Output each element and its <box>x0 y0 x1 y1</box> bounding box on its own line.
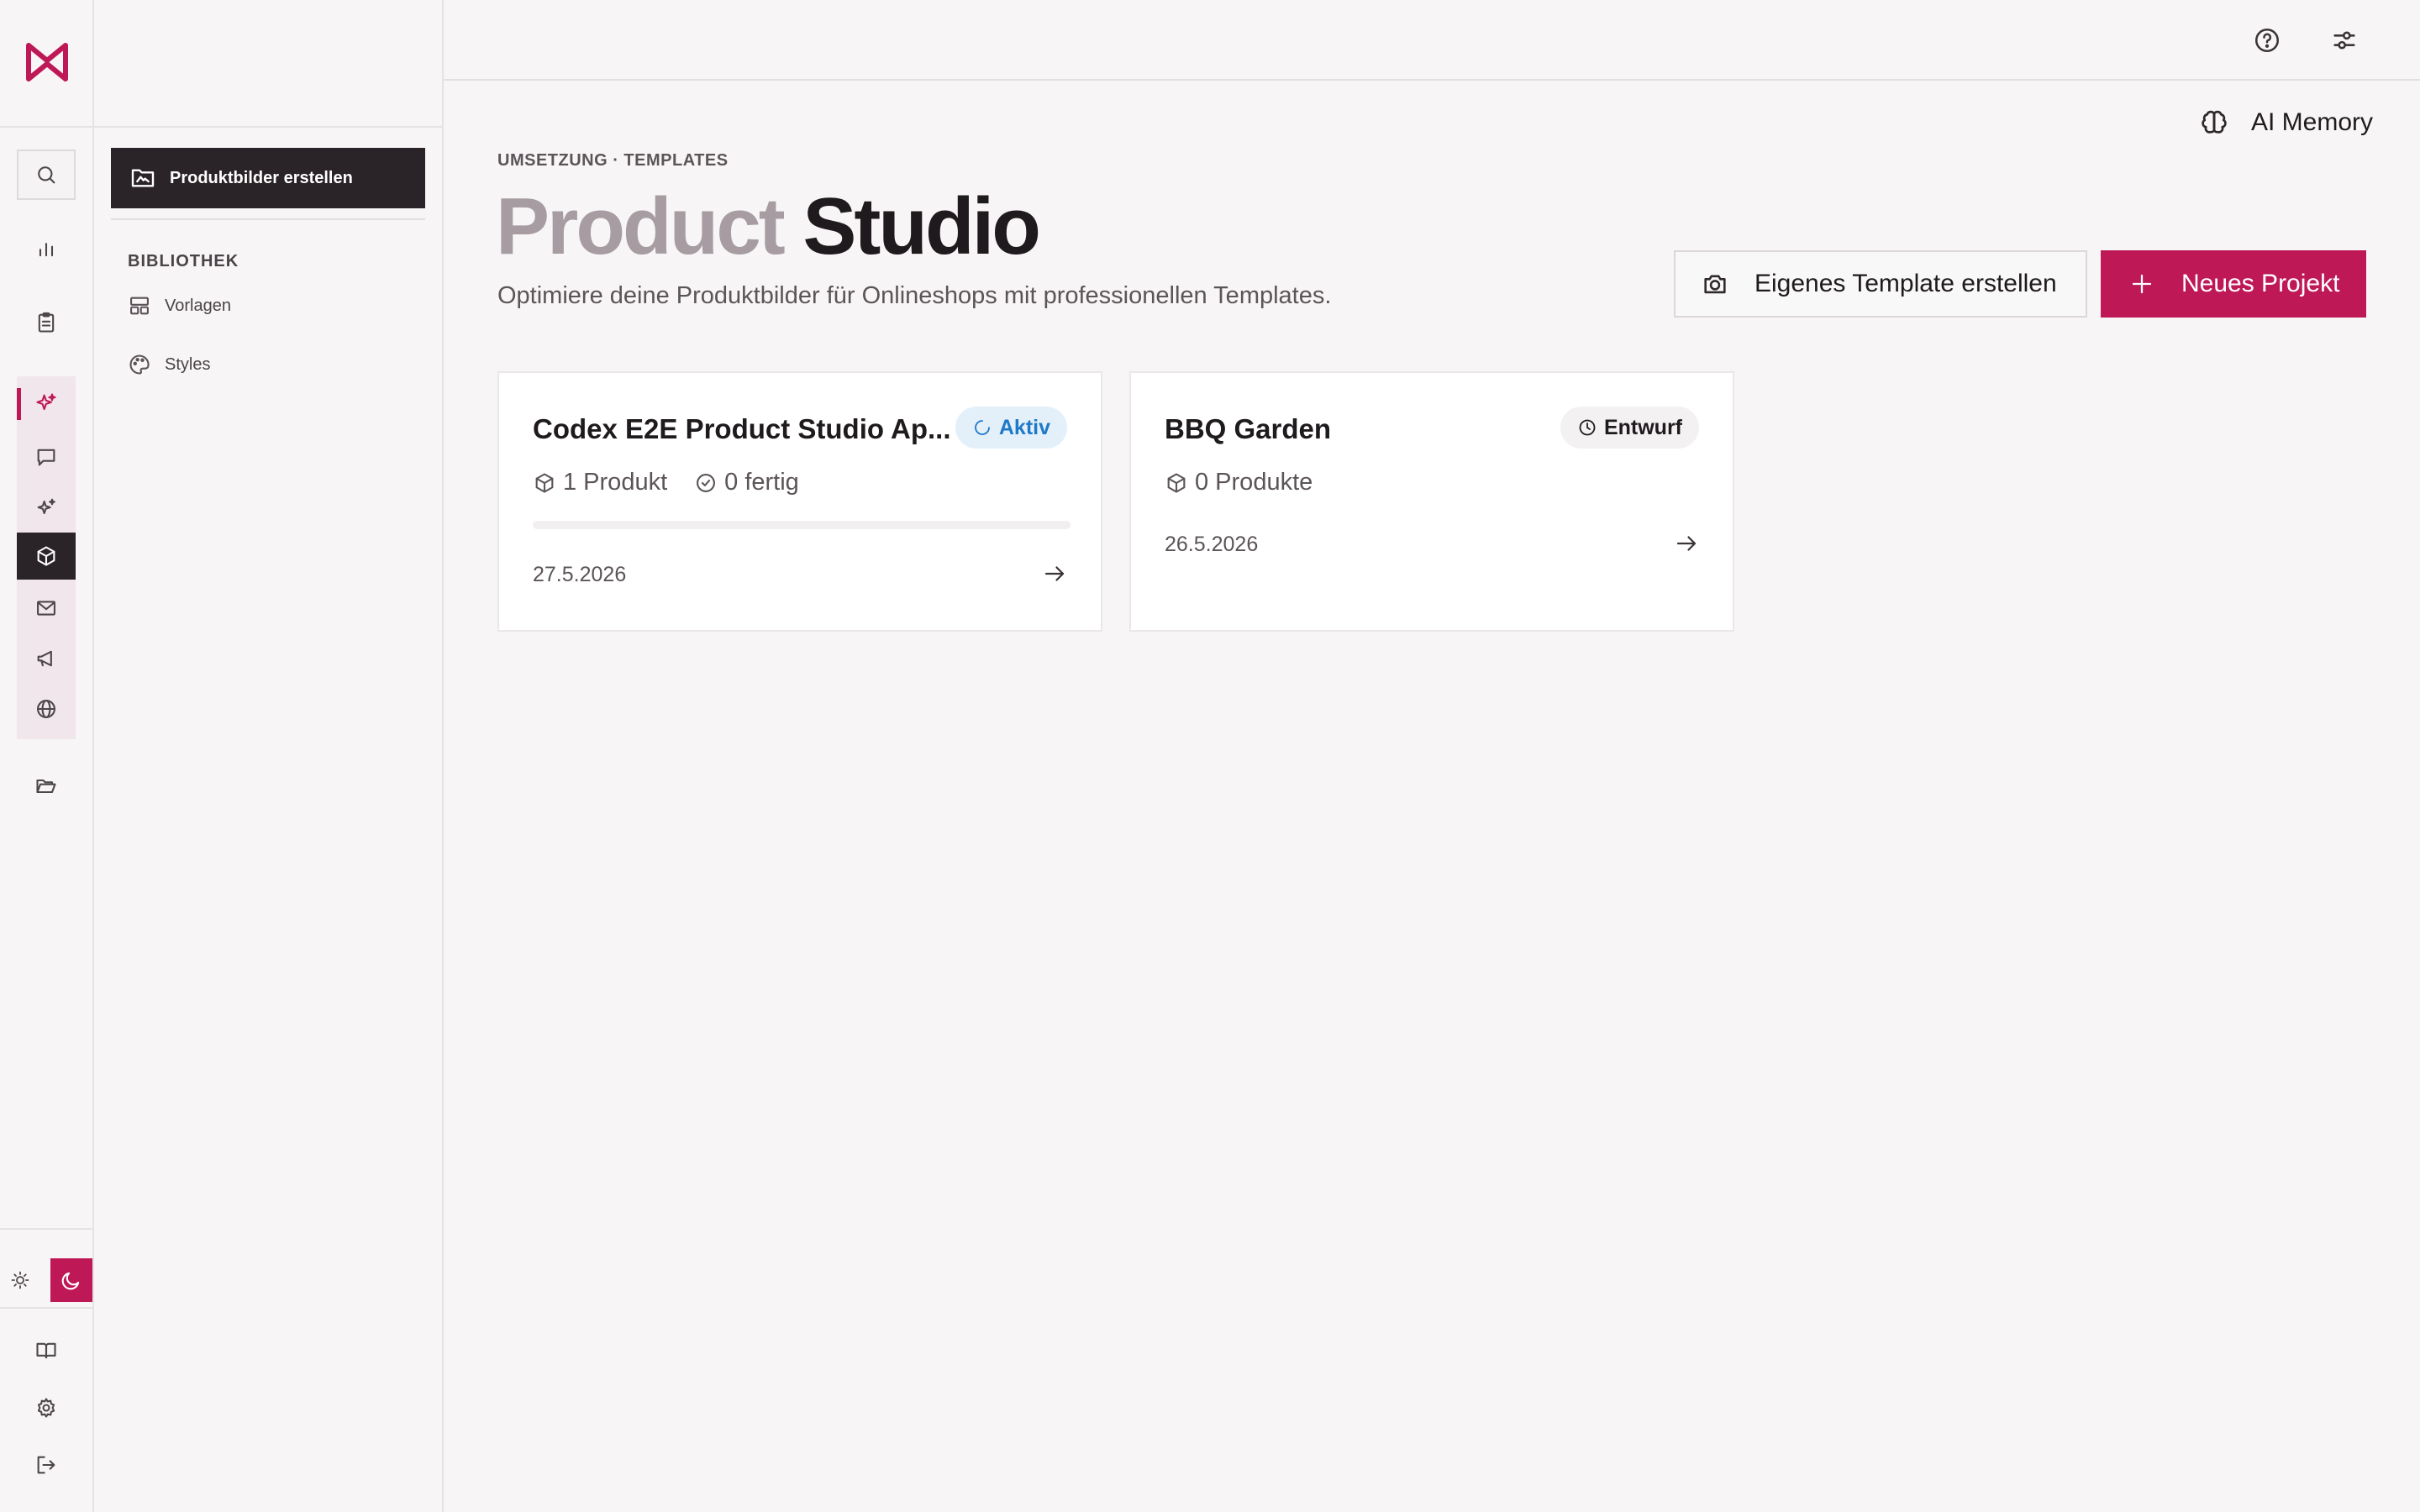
icon-rail <box>0 0 94 1512</box>
mail-icon <box>37 601 55 616</box>
light-mode-toggle[interactable] <box>7 1267 34 1294</box>
project-meta: 0 Produkte <box>1165 469 1339 496</box>
arrow-right-icon <box>1676 536 1697 551</box>
open-project-arrow[interactable] <box>1674 531 1699 556</box>
book-icon <box>36 1342 56 1359</box>
layout-icon <box>130 297 149 315</box>
rail-tasks[interactable] <box>17 297 76 348</box>
page-title: Product Studio <box>496 176 1041 277</box>
project-title: BBQ Garden <box>1165 413 1332 444</box>
new-project-label: Neues Projekt <box>2181 270 2340 297</box>
open-project-arrow[interactable] <box>1042 561 1067 586</box>
brain-icon <box>2202 110 2227 134</box>
status-badge: Entwurf <box>1560 407 1699 449</box>
page-title-part2: Studio <box>802 181 1041 271</box>
sidebar-divider <box>111 218 425 220</box>
rail-logout[interactable] <box>17 1440 76 1490</box>
status-badge: Aktiv <box>955 407 1067 449</box>
check-circle-icon <box>697 473 716 492</box>
help-icon <box>2254 28 2280 53</box>
create-product-images-button[interactable]: Produktbilder erstellen <box>111 148 425 208</box>
folder-open-icon <box>36 779 56 794</box>
sidebar-item-label: Styles <box>165 354 211 374</box>
sun-icon <box>11 1271 29 1289</box>
rail-divider <box>0 1307 92 1309</box>
plus-icon <box>2132 274 2152 294</box>
clipboard-icon <box>38 312 55 333</box>
project-date: 27.5.2026 <box>533 563 627 586</box>
project-card[interactable]: Codex E2E Product Studio Ap... Aktiv 1 P… <box>497 371 1102 632</box>
clock-icon <box>1579 419 1596 436</box>
palette-icon <box>129 354 150 375</box>
project-title: Codex E2E Product Studio Ap... <box>533 413 951 444</box>
done-count: 0 fertig <box>694 469 799 496</box>
product-count: 0 Produkte <box>1165 469 1313 496</box>
done-count-label: 0 fertig <box>724 469 799 496</box>
product-count: 1 Produkt <box>533 469 667 496</box>
rail-generate[interactable] <box>17 482 76 533</box>
rail-web[interactable] <box>17 684 76 734</box>
gear-icon <box>37 1398 55 1418</box>
sidebar-item-styles[interactable]: Styles <box>128 353 210 376</box>
rail-settings[interactable] <box>17 1383 76 1433</box>
moon-icon <box>61 1272 80 1290</box>
rail-analytics[interactable] <box>17 223 76 274</box>
megaphone-icon <box>37 650 52 667</box>
rail-divider <box>0 1228 92 1230</box>
secondary-sidebar: Produktbilder erstellen BIBLIOTHEK Vorla… <box>94 0 444 1512</box>
create-template-button[interactable]: Eigenes Template erstellen <box>1674 250 2087 318</box>
rail-docs[interactable] <box>17 1326 76 1376</box>
library-heading: BIBLIOTHEK <box>128 252 239 270</box>
project-meta: 1 Produkt 0 fertig <box>533 469 826 496</box>
sidebar-divider <box>94 126 444 128</box>
progress-bar <box>533 521 1071 529</box>
create-template-label: Eigenes Template erstellen <box>1754 270 2057 297</box>
status-label: Entwurf <box>1603 415 1682 439</box>
box-icon <box>37 546 55 566</box>
sidebar-item-label: Vorlagen <box>165 296 231 315</box>
help-button[interactable] <box>2250 24 2284 57</box>
status-label: Aktiv <box>998 415 1050 439</box>
rail-files[interactable] <box>17 761 76 811</box>
product-count-label: 1 Produkt <box>563 469 668 496</box>
globe-icon <box>37 700 55 718</box>
settings-sliders-icon <box>2333 31 2355 50</box>
logout-icon <box>37 1456 55 1474</box>
sparkles-icon <box>36 393 56 411</box>
rail-ai-studio[interactable] <box>17 378 76 428</box>
search-icon <box>38 166 55 184</box>
page-subtitle: Optimiere deine Produktbilder für Online… <box>497 282 1332 309</box>
project-date: 26.5.2026 <box>1165 533 1259 556</box>
create-product-images-label: Produktbilder erstellen <box>170 168 353 187</box>
new-project-button[interactable]: Neues Projekt <box>2101 250 2366 318</box>
rail-chat[interactable] <box>17 432 76 482</box>
sidebar-item-vorlagen[interactable]: Vorlagen <box>128 294 231 318</box>
search-button[interactable] <box>17 150 76 200</box>
breadcrumb: UMSETZUNG · TEMPLATES <box>497 151 729 170</box>
page-title-part1: Product <box>496 181 786 271</box>
product-count-label: 0 Produkte <box>1195 469 1313 496</box>
bar-chart-icon <box>39 243 54 257</box>
settings-sliders-button[interactable] <box>2328 24 2361 57</box>
arrow-right-icon <box>1044 566 1065 581</box>
ai-memory-label: AI Memory <box>2250 108 2373 136</box>
ai-memory-button[interactable]: AI Memory <box>2199 108 2373 138</box>
sparkle-icon <box>37 498 55 515</box>
camera-icon <box>1704 275 1726 294</box>
box-icon <box>1167 472 1186 493</box>
chat-icon <box>37 449 55 466</box>
top-bar <box>444 0 2420 81</box>
project-card[interactable]: BBQ Garden Entwurf 0 Produkte 26.5.2026 <box>1129 371 1734 632</box>
brand-logo[interactable] <box>24 39 71 86</box>
rail-product-studio[interactable] <box>17 533 76 580</box>
dark-mode-toggle[interactable] <box>50 1258 92 1302</box>
rail-campaigns[interactable] <box>17 633 76 684</box>
image-folder-icon <box>131 169 155 187</box>
box-icon <box>535 472 554 493</box>
loader-icon <box>974 420 990 435</box>
rail-mail[interactable] <box>17 583 76 633</box>
rail-divider <box>0 126 92 128</box>
